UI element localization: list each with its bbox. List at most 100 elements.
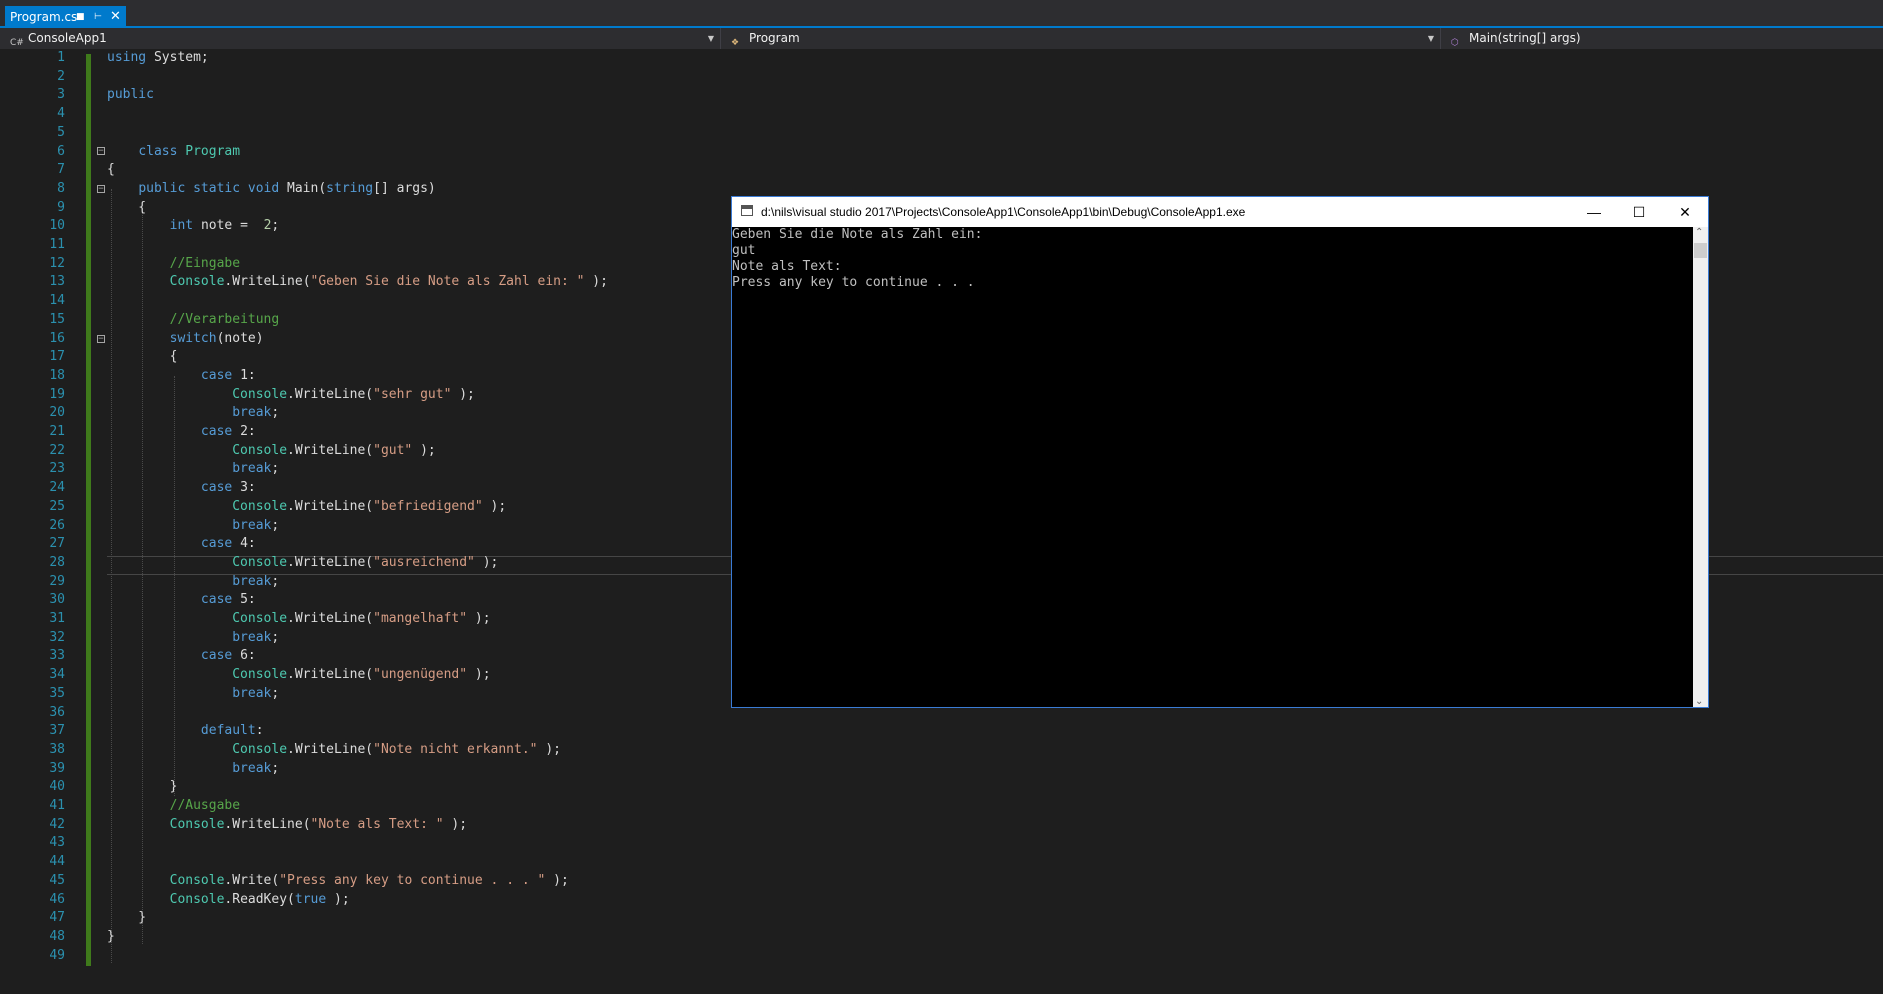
- chevron-down-icon: ▼: [1427, 34, 1434, 43]
- line-number: 42: [49, 816, 65, 832]
- code-token: //Verarbeitung: [169, 311, 280, 327]
- collapse-icon[interactable]: −: [97, 147, 105, 156]
- code-line[interactable]: 41 //Ausgabe: [0, 797, 1883, 816]
- console-line: Press any key to continue . . .: [732, 275, 975, 290]
- console-scrollbar[interactable]: ⌃ ⌄: [1693, 227, 1708, 707]
- code-token: ;: [271, 461, 280, 477]
- code-token: );: [482, 554, 499, 570]
- code-token: Console: [169, 274, 225, 290]
- scroll-up-icon[interactable]: ⌃: [1695, 227, 1703, 238]
- line-number: 13: [49, 274, 65, 290]
- code-line[interactable]: 49: [0, 947, 1883, 966]
- line-code: case 6:: [107, 647, 256, 666]
- code-token: );: [451, 816, 468, 832]
- code-token: case: [200, 648, 233, 664]
- line-code: Console.WriteLine("Note nicht erkannt." …: [107, 741, 561, 760]
- code-line[interactable]: 2: [0, 68, 1883, 87]
- code-token: case: [200, 480, 233, 496]
- tab-program-cs[interactable]: Program.cs ■ ⊢ ✕: [5, 6, 126, 28]
- code-token: System;: [153, 50, 209, 65]
- code-token: 5:: [240, 592, 256, 608]
- line-number: 30: [49, 592, 65, 608]
- console-line: Note als Text:: [732, 259, 842, 274]
- close-icon[interactable]: ✕: [110, 6, 121, 28]
- code-token: {: [107, 162, 115, 178]
- code-line[interactable]: 1 using System;: [0, 49, 1883, 68]
- code-line[interactable]: 39 break;: [0, 760, 1883, 779]
- code-token: case: [200, 424, 233, 439]
- code-token: switch: [169, 330, 217, 346]
- line-number: 21: [49, 424, 65, 439]
- pin-icon[interactable]: ■: [76, 6, 85, 28]
- close-icon[interactable]: ✕: [1662, 197, 1708, 227]
- code-token: "ausreichend": [373, 554, 475, 570]
- code-token: [] args): [373, 180, 436, 196]
- line-code: default:: [107, 722, 264, 741]
- console-line: Geben Sie die Note als Zahl ein:: [732, 227, 983, 242]
- code-token: .WriteLine(: [287, 442, 374, 458]
- code-line[interactable]: 42 Console.WriteLine("Note als Text: " )…: [0, 816, 1883, 835]
- code-token: "ungenügend": [373, 667, 468, 683]
- scroll-thumb[interactable]: [1694, 243, 1707, 258]
- member-dropdown[interactable]: ⬡ Main(string[] args): [1441, 28, 1883, 49]
- code-line[interactable]: 38 Console.WriteLine("Note nicht erkannt…: [0, 741, 1883, 760]
- code-line[interactable]: 45 Console.Write("Press any key to conti…: [0, 872, 1883, 891]
- code-token: break: [232, 760, 272, 776]
- collapse-icon[interactable]: −: [97, 185, 105, 194]
- code-token: "gut": [373, 442, 413, 458]
- code-token: "befriedigend": [373, 498, 483, 514]
- code-token: break: [232, 629, 272, 645]
- line-number: 49: [49, 947, 65, 963]
- code-line[interactable]: 47 }: [0, 909, 1883, 928]
- line-number: 34: [49, 667, 65, 683]
- code-token: .WriteLine(: [287, 554, 374, 570]
- line-number: 23: [49, 461, 65, 477]
- line-code: }: [107, 928, 115, 947]
- code-token: );: [420, 442, 436, 458]
- code-line[interactable]: 5: [0, 124, 1883, 143]
- code-line[interactable]: 46 Console.ReadKey(true );: [0, 891, 1883, 910]
- line-number: 25: [49, 498, 65, 514]
- code-line[interactable]: 44: [0, 853, 1883, 872]
- minimize-icon[interactable]: —: [1571, 197, 1617, 227]
- code-token: true: [294, 891, 327, 907]
- class-dropdown[interactable]: ❖ Program ▼: [721, 28, 1441, 49]
- line-number: 26: [49, 517, 65, 533]
- console-window[interactable]: d:\nils\visual studio 2017\Projects\Cons…: [731, 196, 1709, 708]
- line-number: 11: [49, 237, 65, 252]
- line-number: 38: [49, 741, 65, 757]
- line-number: 12: [49, 255, 65, 271]
- line-number: 28: [49, 554, 65, 570]
- project-dropdown[interactable]: C# ConsoleApp1 ▼: [0, 28, 721, 49]
- code-line[interactable]: 48}: [0, 928, 1883, 947]
- scroll-down-icon[interactable]: ⌄: [1695, 696, 1703, 707]
- code-line[interactable]: 37 default:: [0, 722, 1883, 741]
- console-line: gut: [732, 243, 756, 258]
- code-token: break: [232, 461, 272, 477]
- collapse-icon[interactable]: −: [97, 335, 105, 344]
- code-line[interactable]: 7{: [0, 161, 1883, 180]
- line-number: 47: [49, 910, 65, 926]
- code-token: using: [107, 50, 147, 65]
- code-line[interactable]: 43: [0, 834, 1883, 853]
- code-line[interactable]: 3 public: [0, 86, 1883, 105]
- maximize-icon[interactable]: ☐: [1616, 197, 1662, 227]
- code-line[interactable]: 4: [0, 105, 1883, 124]
- code-token: .WriteLine(: [287, 498, 374, 514]
- pin-tab-icon[interactable]: ⊢: [94, 6, 102, 28]
- code-token: 4:: [240, 536, 256, 552]
- line-number: 39: [49, 760, 65, 776]
- code-line[interactable]: 40 }: [0, 778, 1883, 797]
- line-number: 22: [49, 442, 65, 458]
- console-titlebar[interactable]: d:\nils\visual studio 2017\Projects\Cons…: [732, 197, 1708, 227]
- line-code: switch(note): [107, 330, 264, 349]
- tab-label: Program.cs: [10, 10, 78, 24]
- code-line[interactable]: 6 class Program: [0, 143, 1883, 162]
